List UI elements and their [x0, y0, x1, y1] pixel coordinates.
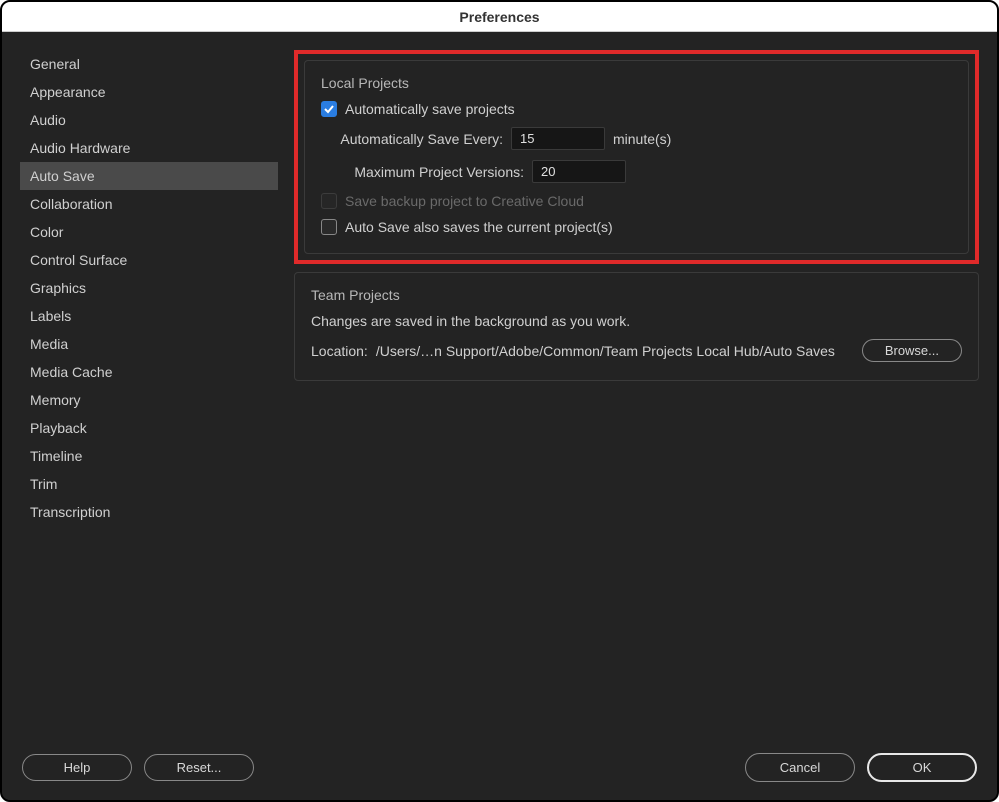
team-desc: Changes are saved in the background as y…	[311, 313, 630, 329]
main-panel: Local Projects Automatically save projec…	[294, 50, 979, 739]
interval-input[interactable]	[511, 127, 605, 150]
browse-button[interactable]: Browse...	[862, 339, 962, 362]
window-titlebar: Preferences	[2, 2, 997, 32]
preferences-window: Preferences General Appearance Audio Aud…	[0, 0, 999, 802]
also-save-current-label: Auto Save also saves the current project…	[345, 219, 613, 235]
sidebar-item-control-surface[interactable]: Control Surface	[20, 246, 278, 274]
sidebar: General Appearance Audio Audio Hardware …	[20, 50, 278, 739]
sidebar-item-collaboration[interactable]: Collaboration	[20, 190, 278, 218]
local-projects-group: Local Projects Automatically save projec…	[304, 60, 969, 254]
sidebar-item-appearance[interactable]: Appearance	[20, 78, 278, 106]
sidebar-item-media[interactable]: Media	[20, 330, 278, 358]
max-versions-label: Maximum Project Versions:	[339, 164, 524, 180]
max-versions-row: Maximum Project Versions:	[321, 160, 952, 183]
team-desc-row: Changes are saved in the background as y…	[311, 313, 962, 329]
footer: Help Reset... Cancel OK	[2, 739, 997, 800]
interval-unit-label: minute(s)	[613, 131, 671, 147]
backup-cloud-checkbox	[321, 193, 337, 209]
auto-save-row: Automatically save projects	[321, 101, 952, 117]
sidebar-item-timeline[interactable]: Timeline	[20, 442, 278, 470]
sidebar-item-memory[interactable]: Memory	[20, 386, 278, 414]
sidebar-item-audio[interactable]: Audio	[20, 106, 278, 134]
sidebar-item-audio-hardware[interactable]: Audio Hardware	[20, 134, 278, 162]
team-projects-title: Team Projects	[311, 287, 962, 303]
footer-right: Cancel OK	[745, 753, 977, 782]
sidebar-item-transcription[interactable]: Transcription	[20, 498, 278, 526]
content-area: General Appearance Audio Audio Hardware …	[2, 32, 997, 739]
sidebar-item-media-cache[interactable]: Media Cache	[20, 358, 278, 386]
sidebar-item-trim[interactable]: Trim	[20, 470, 278, 498]
auto-save-label: Automatically save projects	[345, 101, 515, 117]
location-label: Location:	[311, 343, 368, 359]
ok-button[interactable]: OK	[867, 753, 977, 782]
window-title: Preferences	[459, 9, 539, 25]
sidebar-item-labels[interactable]: Labels	[20, 302, 278, 330]
backup-cloud-label: Save backup project to Creative Cloud	[345, 193, 584, 209]
highlight-annotation: Local Projects Automatically save projec…	[294, 50, 979, 264]
backup-cloud-row: Save backup project to Creative Cloud	[321, 193, 952, 209]
also-save-current-checkbox[interactable]	[321, 219, 337, 235]
cancel-button[interactable]: Cancel	[745, 753, 855, 782]
location-row: Location: /Users/…n Support/Adobe/Common…	[311, 339, 962, 362]
sidebar-item-graphics[interactable]: Graphics	[20, 274, 278, 302]
sidebar-item-color[interactable]: Color	[20, 218, 278, 246]
interval-label: Automatically Save Every:	[339, 131, 503, 147]
team-projects-group: Team Projects Changes are saved in the b…	[294, 272, 979, 381]
sidebar-item-playback[interactable]: Playback	[20, 414, 278, 442]
interval-row: Automatically Save Every: minute(s)	[321, 127, 952, 150]
max-versions-input[interactable]	[532, 160, 626, 183]
reset-button[interactable]: Reset...	[144, 754, 254, 781]
local-projects-title: Local Projects	[321, 75, 952, 91]
help-button[interactable]: Help	[22, 754, 132, 781]
sidebar-item-auto-save[interactable]: Auto Save	[20, 162, 278, 190]
auto-save-checkbox[interactable]	[321, 101, 337, 117]
also-save-current-row: Auto Save also saves the current project…	[321, 219, 952, 235]
check-icon	[323, 103, 335, 115]
location-value: /Users/…n Support/Adobe/Common/Team Proj…	[376, 343, 835, 359]
sidebar-item-general[interactable]: General	[20, 50, 278, 78]
